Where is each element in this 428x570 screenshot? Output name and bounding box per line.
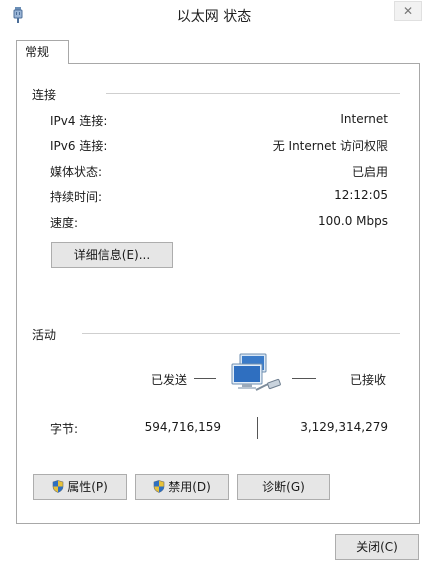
bytes-received-value: 3,129,314,279 <box>300 420 388 434</box>
media-state-label: 媒体状态: <box>50 165 103 179</box>
window-title: 以太网 状态 <box>176 9 252 25</box>
activity-section-title: 活动 <box>32 328 57 342</box>
received-label: 已接收 <box>350 373 387 387</box>
window-close-button[interactable]: ✕ <box>394 1 422 21</box>
bytes-sent-value: 594,716,159 <box>144 420 221 434</box>
uac-shield-icon <box>153 480 165 493</box>
ipv6-value: 无 Internet 访问权限 <box>272 139 388 153</box>
bytes-separator <box>257 417 258 439</box>
media-state-value: 已启用 <box>351 165 388 179</box>
ipv4-value: Internet <box>340 112 388 126</box>
disable-button[interactable]: 禁用(D) <box>135 474 229 500</box>
duration-label: 持续时间: <box>50 190 103 204</box>
received-dash <box>292 378 316 379</box>
sent-dash <box>194 378 216 379</box>
properties-button-label: 属性(P) <box>67 480 108 494</box>
sent-label: 已发送 <box>151 373 188 387</box>
details-button[interactable]: 详细信息(E)... <box>51 242 173 268</box>
uac-shield-icon <box>52 480 64 493</box>
speed-label: 速度: <box>50 216 79 230</box>
close-button[interactable]: 关闭(C) <box>335 534 419 560</box>
activity-divider <box>82 333 400 334</box>
general-panel <box>16 63 420 524</box>
connection-divider <box>106 93 400 94</box>
network-computers-icon <box>231 353 281 391</box>
ipv6-label: IPv6 连接: <box>50 139 108 153</box>
disable-button-label: 禁用(D) <box>168 480 211 494</box>
bytes-label: 字节: <box>50 422 79 436</box>
tab-general[interactable]: 常规 <box>16 40 69 64</box>
connection-section-title: 连接 <box>32 88 57 102</box>
diagnose-button[interactable]: 诊断(G) <box>237 474 330 500</box>
properties-button[interactable]: 属性(P) <box>33 474 127 500</box>
title-bar: 以太网 状态 ✕ <box>0 0 428 30</box>
speed-value: 100.0 Mbps <box>317 214 388 228</box>
duration-value: 12:12:05 <box>334 188 388 202</box>
ipv4-label: IPv4 连接: <box>50 114 108 128</box>
